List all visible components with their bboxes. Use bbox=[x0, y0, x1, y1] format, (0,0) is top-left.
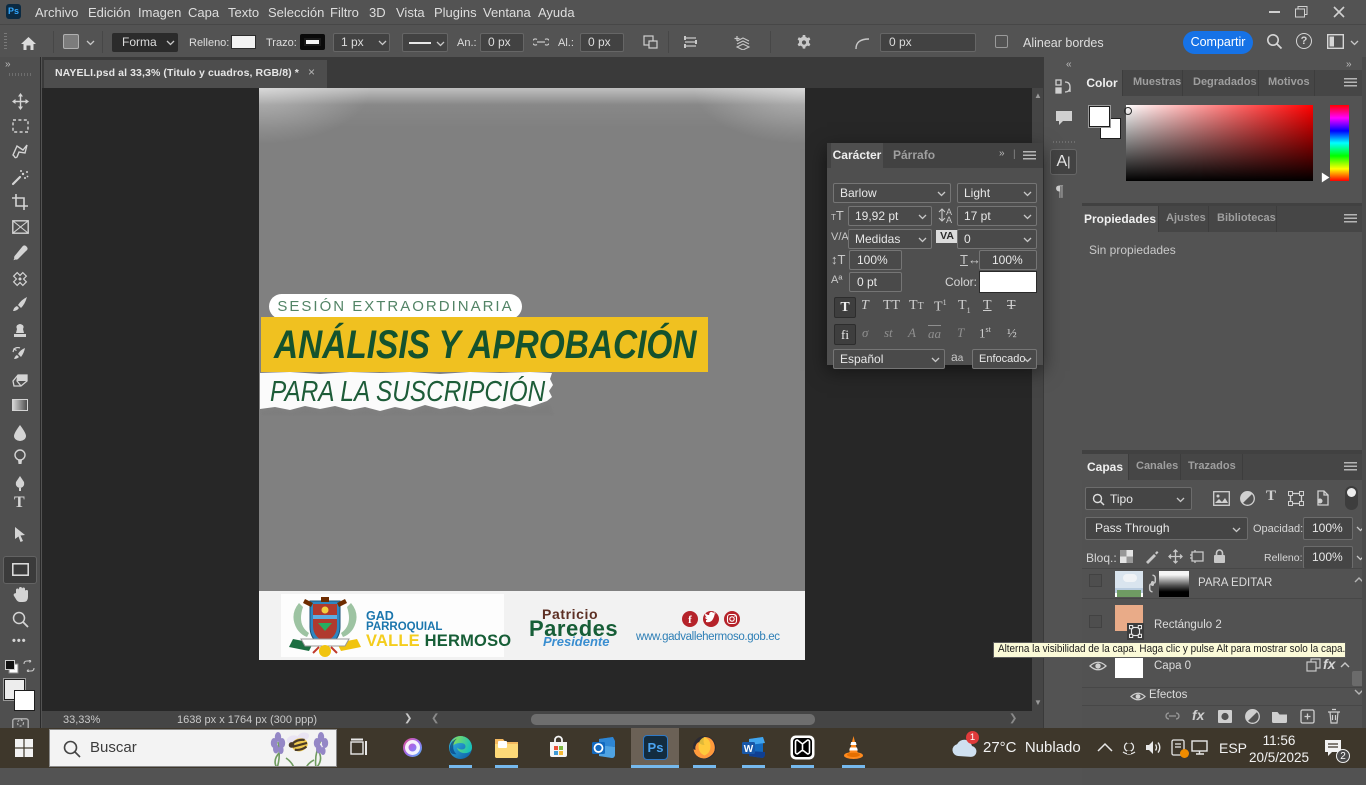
svg-text:W: W bbox=[744, 744, 754, 755]
svg-text:A: A bbox=[946, 215, 952, 224]
svg-text:f: f bbox=[688, 614, 692, 626]
